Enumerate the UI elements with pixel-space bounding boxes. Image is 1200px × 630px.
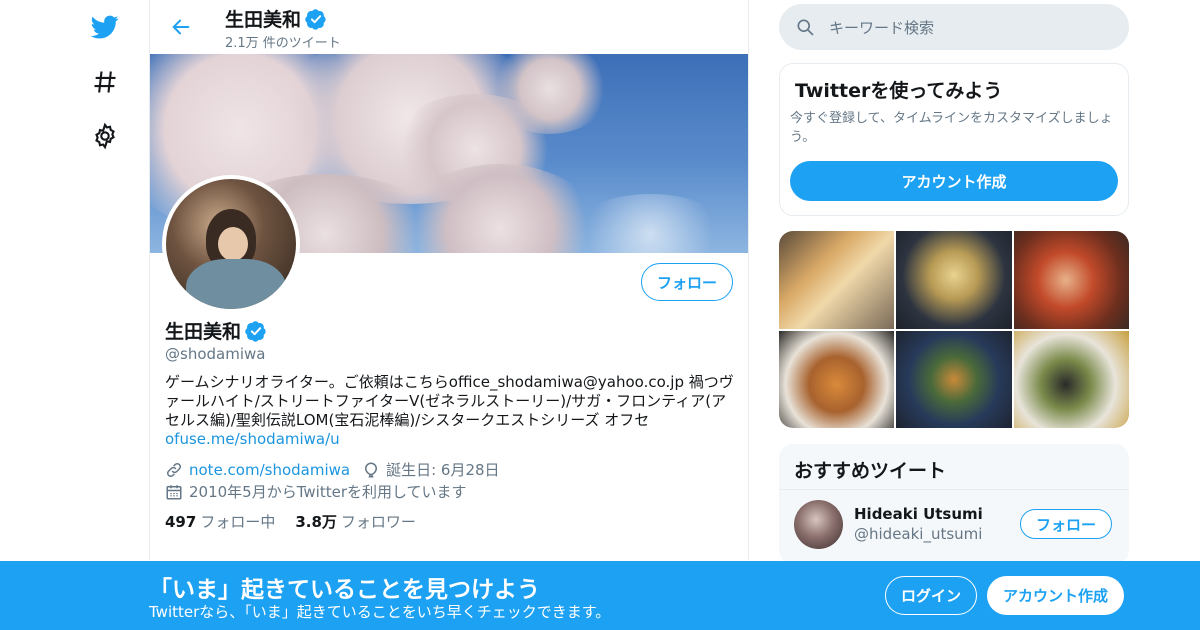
balloon-icon [365, 461, 378, 477]
gear-icon[interactable] [80, 111, 130, 161]
search-input[interactable]: キーワード検索 [829, 17, 934, 38]
link-icon [166, 462, 182, 477]
profile-column: 生田美和 2.1万 件のツイート フォロー 生田美和 @shodamiwa ゲー… [149, 0, 749, 560]
banner-title: 「いま」起きていることを見つけよう [149, 577, 540, 603]
media-thumbnail[interactable] [779, 231, 895, 329]
media-grid [779, 231, 1129, 428]
follow-button[interactable]: フォロー [641, 263, 733, 301]
tweet-count: 2.1万 件のツイート [225, 36, 341, 51]
banner-subtitle: Twitterなら、「いま」起きていることをいち早くチェックできます。 [149, 603, 611, 621]
media-thumbnail[interactable] [1013, 231, 1129, 329]
profile-meta-row: note.com/shodamiwa 誕生日: 6月28日 [165, 459, 500, 480]
media-thumbnail[interactable] [1013, 330, 1129, 428]
profile-header-bar: 生田美和 2.1万 件のツイート [150, 0, 748, 54]
recommend-title: おすすめツイート [794, 460, 947, 482]
profile-handle: @shodamiwa [165, 345, 266, 363]
recommend-follow-button[interactable]: フォロー [1020, 509, 1112, 539]
recommend-user-name[interactable]: Hideaki Utsumi [854, 505, 983, 523]
search-box[interactable]: キーワード検索 [779, 4, 1129, 50]
profile-bio: ゲームシナリオライター。ご依頼はこちらoffice_shodamiwa@yaho… [165, 373, 735, 449]
followers-stat[interactable]: 3.8万 フォロワー [295, 511, 416, 532]
joined-text: 2010年5月からTwitterを利用しています [189, 483, 467, 501]
divider [779, 489, 1129, 490]
profile-name-text: 生田美和 [165, 321, 242, 343]
hashtag-icon[interactable] [80, 57, 130, 107]
header-name: 生田美和 [225, 5, 327, 32]
signup-card: Twitterを使ってみよう 今すぐ登録して、タイムラインをカスタマイズしましょ… [779, 63, 1129, 216]
avatar[interactable] [794, 500, 843, 549]
following-stat[interactable]: 497 フォロー中 [165, 511, 275, 532]
profile-name: 生田美和 [165, 317, 267, 344]
calendar-icon [166, 484, 182, 499]
media-thumbnail[interactable] [896, 231, 1012, 329]
avatar-kimono [186, 259, 286, 309]
followers-count: 3.8万 [295, 513, 337, 531]
page: 生田美和 2.1万 件のツイート フォロー 生田美和 @shodamiwa ゲー… [0, 0, 1200, 630]
search-icon [797, 19, 814, 36]
header-name-text: 生田美和 [225, 9, 302, 31]
bio-text: ゲームシナリオライター。ご依頼はこちらoffice_shodamiwa@yaho… [165, 373, 734, 429]
banner-create-account-button[interactable]: アカウント作成 [987, 576, 1124, 615]
follow-stats: 497 フォロー中 3.8万 フォロワー [165, 511, 416, 532]
signup-text: 今すぐ登録して、タイムラインをカスタマイズしましょう。 [790, 111, 1113, 145]
followers-label: フォロワー [340, 513, 416, 531]
profile-joined-row: 2010年5月からTwitterを利用しています [165, 481, 467, 502]
avatar-face [218, 227, 248, 261]
left-nav [80, 0, 130, 560]
twitter-logo-icon[interactable] [80, 2, 130, 52]
login-button[interactable]: ログイン [885, 576, 977, 615]
back-arrow-icon[interactable] [164, 10, 198, 44]
media-thumbnail[interactable] [779, 330, 895, 428]
signup-banner: 「いま」起きていることを見つけよう Twitterなら、「いま」起きていることを… [0, 561, 1200, 630]
birthday-text: 誕生日: 6月28日 [386, 461, 500, 479]
recommend-user-handle: @hideaki_utsumi [854, 525, 983, 543]
bio-link[interactable]: ofuse.me/shodamiwa/u [165, 430, 340, 448]
profile-avatar[interactable] [162, 175, 300, 313]
following-count: 497 [165, 513, 197, 531]
verified-badge-icon [305, 8, 327, 30]
website-link[interactable]: note.com/shodamiwa [189, 461, 350, 479]
recommended-tweets: おすすめツイート Hideaki Utsumi @hideaki_utsumi … [779, 444, 1129, 564]
following-label: フォロー中 [200, 513, 276, 531]
signup-title: Twitterを使ってみよう [795, 80, 1003, 102]
create-account-button[interactable]: アカウント作成 [790, 161, 1118, 201]
media-thumbnail[interactable] [896, 330, 1012, 428]
verified-badge-icon [245, 320, 267, 342]
